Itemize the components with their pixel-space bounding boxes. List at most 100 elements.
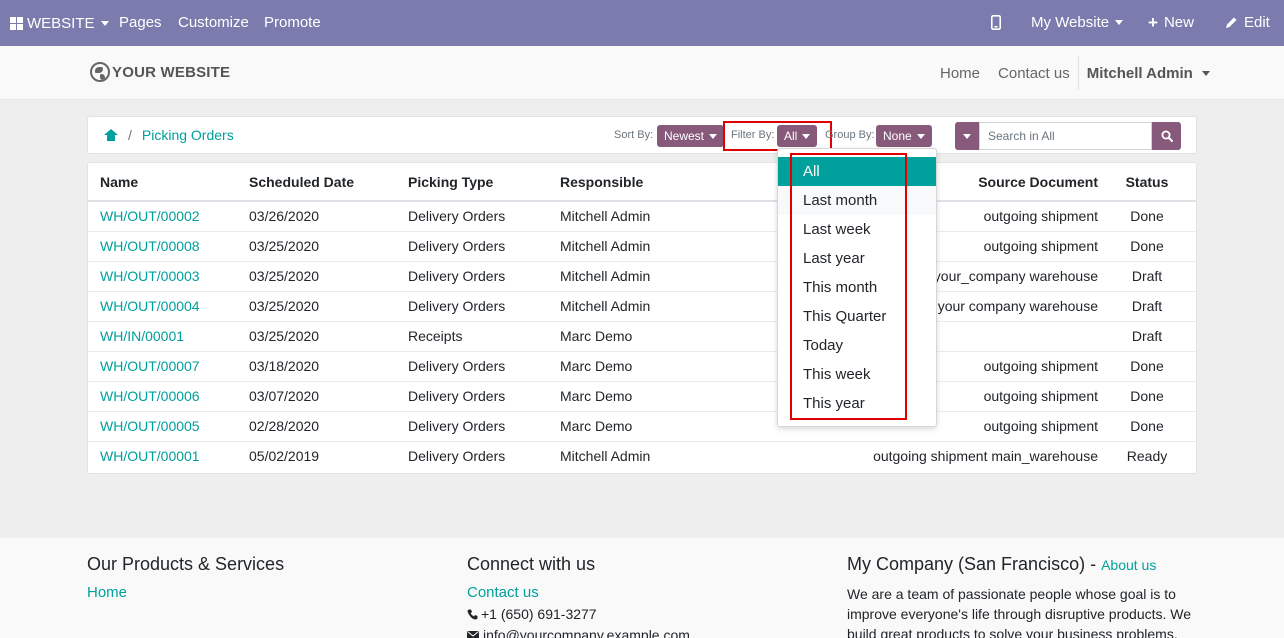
logo-text: YOUR WEBSITE [112,63,231,81]
column-name: Name [88,163,249,202]
picking-orders-table: Name Scheduled Date Picking Type Respons… [87,162,1197,474]
breadcrumb: / Picking Orders [104,127,234,143]
sort-dropdown[interactable]: Newest [657,125,725,147]
scheduled-date-cell: 03/25/2020 [249,321,408,352]
table-row[interactable]: WH/OUT/00008 03/25/2020 Delivery Orders Mit… [88,231,1196,262]
status-cell: Done [1098,381,1196,412]
table-row[interactable]: WH/OUT/00005 02/28/2020 Delivery Orders Mar… [88,411,1196,442]
promote-menu[interactable]: Promote [264,14,321,31]
picking-type-cell: Delivery Orders [408,448,506,465]
table-row[interactable]: WH/IN/00001 03/25/2020 Receipts Marc Demo Dr… [88,321,1196,352]
picking-type-cell: Delivery Orders [408,291,560,322]
chevron-down-icon [709,133,718,139]
edit-button[interactable]: Edit [1225,14,1270,31]
website-menu-label: WEBSITE [27,15,95,32]
table-row[interactable]: WH/OUT/00004 03/25/2020 Delivery Orders Mit… [88,291,1196,322]
search-filter-toggle[interactable] [955,122,979,150]
footer-products: Our Products & Services Home [87,554,284,601]
breadcrumb-current[interactable]: Picking Orders [142,127,234,143]
edit-label: Edit [1244,14,1270,31]
footer-products-title: Our Products & Services [87,554,285,574]
scheduled-date-cell: 02/28/2020 [249,411,408,442]
new-button[interactable]: + New [1148,14,1194,31]
home-icon[interactable] [104,129,118,141]
picking-name-link[interactable]: WH/OUT/00002 [88,201,249,232]
picking-name-link[interactable]: WH/OUT/00001 [88,441,249,471]
scheduled-date-cell: 03/25/2020 [249,231,408,262]
nav-home[interactable]: Home [940,65,980,82]
column-status: Status [1098,163,1196,202]
search-icon [1161,130,1173,142]
site-footer: Our Products & Services Home Connect wit… [0,538,1284,638]
picking-type-cell: Delivery Orders [408,201,560,232]
scheduled-date-cell: 03/07/2020 [249,381,408,412]
chevron-down-icon [100,21,109,26]
pages-menu[interactable]: Pages [119,14,162,31]
picking-name-link[interactable]: WH/OUT/00003 [88,261,249,292]
table-row[interactable]: WH/OUT/00003 03/25/2020 Delivery Orders Mit… [88,261,1196,292]
picking-name-link[interactable]: WH/OUT/00006 [88,381,249,412]
footer-email[interactable]: info@yourcompany.example.com [467,627,690,638]
group-dropdown[interactable]: None [876,125,932,147]
responsible-cell: Mitchell Admin [560,448,651,465]
pencil-icon [1226,17,1237,28]
picking-name-link[interactable]: WH/OUT/00004 [88,291,249,322]
main-nav: Home Contact us Mitchell Admin [940,46,1210,100]
scheduled-date-cell: 03/25/2020 [249,291,408,322]
picking-name-link[interactable]: WH/OUT/00007 [88,351,249,382]
my-website-label: My Website [1031,14,1110,31]
table-row[interactable]: WH/OUT/00002 03/26/2020 Delivery Orders Mit… [88,201,1196,232]
footer-connect-title: Connect with us [467,554,596,574]
portal-content: / Picking Orders Sort By: Newest Filter … [0,100,1284,538]
group-label: Group By: [825,129,875,141]
status-cell: Done [1098,351,1196,382]
phone-icon [467,609,478,619]
user-menu[interactable]: Mitchell Admin [1087,65,1210,82]
status-cell: Draft [1098,321,1196,352]
table-row[interactable]: WH/OUT/00006 03/07/2020 Delivery Orders Mar… [88,381,1196,412]
picking-name-link[interactable]: WH/OUT/00005 [88,411,249,442]
footer-connect: Connect with us Contact us +1 (650) 691-… [467,554,690,638]
site-logo[interactable]: YOUR WEBSITE [90,62,230,82]
picking-name-link[interactable]: WH/OUT/00008 [88,231,249,262]
mobile-icon [991,15,1001,30]
filter-highlight-box [723,121,832,151]
status-cell: Done [1098,201,1196,232]
footer-company-title: My Company (San Francisco) - About us [847,554,1197,575]
portal-toolbar: / Picking Orders Sort By: Newest Filter … [87,116,1197,154]
picking-name-link[interactable]: WH/IN/00001 [88,321,249,352]
new-label: New [1163,14,1194,31]
my-website-menu[interactable]: My Website [1031,14,1124,31]
table-row[interactable]: WH/OUT/00001 05/02/2019 Delivery Orders Mit… [88,441,1196,471]
status-cell: Done [1098,411,1196,442]
website-menu[interactable]: WEBSITE [10,15,109,32]
footer-contact-link[interactable]: Contact us [467,584,690,601]
picking-type-cell: Delivery Orders [408,351,560,382]
chevron-down-icon [963,133,971,139]
envelope-icon [467,631,479,638]
scheduled-date-cell: 03/26/2020 [249,201,408,232]
picking-type-cell: Receipts [408,321,560,352]
footer-phone: +1 (650) 691-3277 [467,606,690,622]
mobile-preview-button[interactable] [991,15,1001,30]
footer-about-link[interactable]: About us [1101,557,1156,573]
footer-company-name: My Company (San Francisco) - [847,554,1102,574]
footer-home-link[interactable]: Home [87,584,284,601]
footer-phone-text: +1 (650) 691-3277 [481,606,597,622]
chevron-down-icon [916,133,925,139]
table-header-row: Name Scheduled Date Picking Type Respons… [88,163,1196,202]
search-input[interactable] [979,122,1152,150]
website-editor-bar: WEBSITE Pages Customize Promote My Websi… [0,0,1284,46]
status-cell: Draft [1098,291,1196,322]
picking-type-cell: Delivery Orders [408,381,560,412]
status-cell: Done [1098,231,1196,262]
table-row[interactable]: WH/OUT/00007 03/18/2020 Delivery Orders Mar… [88,351,1196,382]
picking-type-cell: Delivery Orders [408,231,560,262]
search-button[interactable] [1152,122,1181,150]
customize-menu[interactable]: Customize [178,14,249,31]
user-name: Mitchell Admin [1086,64,1193,82]
footer-company-text: We are a team of passionate people whose… [847,586,1192,638]
nav-contact[interactable]: Contact us [998,65,1070,82]
footer-company: My Company (San Francisco) - About us We… [847,554,1197,638]
footer-email-text: info@yourcompany.example.com [483,627,690,638]
